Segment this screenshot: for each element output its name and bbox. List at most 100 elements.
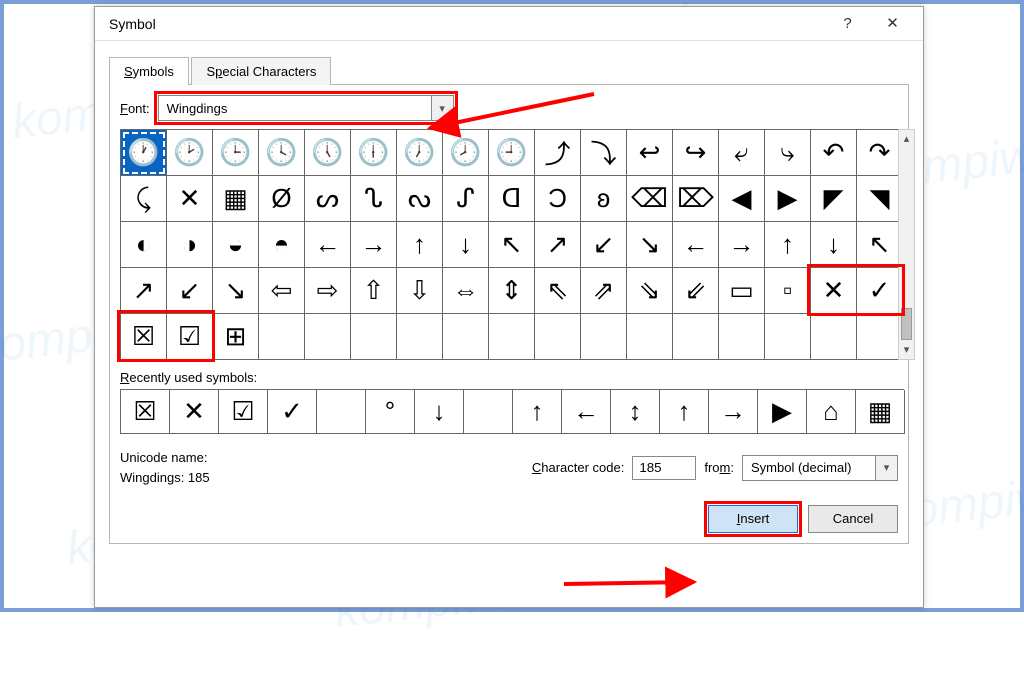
symbol-cell[interactable] <box>811 314 857 360</box>
symbol-cell[interactable]: ⤹ <box>121 176 167 222</box>
scroll-down-button[interactable]: ▾ <box>899 341 914 359</box>
symbol-cell[interactable]: 🕐 <box>121 130 167 176</box>
symbol-cell[interactable]: 🕘 <box>489 130 535 176</box>
symbol-cell[interactable]: ᔕ <box>305 176 351 222</box>
symbol-cell[interactable]: ⇘ <box>627 268 673 314</box>
cancel-button[interactable]: Cancel <box>808 505 898 533</box>
symbol-cell[interactable]: ⊞ <box>213 314 259 360</box>
symbol-cell[interactable]: ↘ <box>627 222 673 268</box>
recent-symbol-cell[interactable]: ↑ <box>660 390 709 434</box>
symbol-cell[interactable]: ✕ <box>811 268 857 314</box>
symbol-cell[interactable]: ◓ <box>259 222 305 268</box>
symbol-cell[interactable]: ↙ <box>167 268 213 314</box>
symbol-cell[interactable]: ⇕ <box>489 268 535 314</box>
symbol-cell[interactable]: ᔓ <box>397 176 443 222</box>
symbol-cell[interactable]: ↩ <box>627 130 673 176</box>
recent-symbol-cell[interactable]: ☒ <box>121 390 170 434</box>
symbol-cell[interactable]: ⇨ <box>305 268 351 314</box>
symbol-cell[interactable]: ᗡ <box>489 176 535 222</box>
symbol-cell[interactable]: ◀ <box>719 176 765 222</box>
symbol-cell[interactable] <box>305 314 351 360</box>
symbol-cell[interactable]: ⇦ <box>259 268 305 314</box>
symbol-cell[interactable]: ⇩ <box>397 268 443 314</box>
symbol-cell[interactable] <box>489 314 535 360</box>
recent-symbol-cell[interactable] <box>464 390 513 434</box>
symbol-cell[interactable]: ▫ <box>765 268 811 314</box>
symbol-cell[interactable] <box>443 314 489 360</box>
recent-symbol-cell[interactable]: ↕ <box>611 390 660 434</box>
symbol-cell[interactable]: 🕗 <box>443 130 489 176</box>
symbol-cell[interactable]: 🕔 <box>305 130 351 176</box>
symbol-cell[interactable]: ◤ <box>811 176 857 222</box>
symbol-cell[interactable] <box>857 314 903 360</box>
symbol-cell[interactable]: 🕕 <box>351 130 397 176</box>
symbol-cell[interactable]: ◒ <box>213 222 259 268</box>
symbol-cell[interactable]: ↓ <box>443 222 489 268</box>
symbol-cell[interactable]: ⤴ <box>535 130 581 176</box>
symbol-cell[interactable]: ⤵ <box>581 130 627 176</box>
symbol-cell[interactable] <box>259 314 305 360</box>
symbol-cell[interactable]: ↗ <box>121 268 167 314</box>
symbol-cell[interactable]: Ø <box>259 176 305 222</box>
symbol-cell[interactable]: ↗ <box>535 222 581 268</box>
recent-symbol-cell[interactable]: ▶ <box>758 390 807 434</box>
recent-symbol-cell[interactable]: ↓ <box>415 390 464 434</box>
symbol-cell[interactable]: 🕑 <box>167 130 213 176</box>
recent-symbol-cell[interactable]: ☑ <box>219 390 268 434</box>
symbol-cell[interactable]: ⇙ <box>673 268 719 314</box>
symbol-cell[interactable]: ◥ <box>857 176 903 222</box>
symbol-cell[interactable]: ↶ <box>811 130 857 176</box>
recent-symbol-cell[interactable]: ⌂ <box>807 390 856 434</box>
symbol-cell[interactable]: → <box>719 222 765 268</box>
symbol-cell[interactable]: ⌫ <box>627 176 673 222</box>
symbol-cell[interactable]: ✕ <box>167 176 213 222</box>
grid-scrollbar[interactable]: ▴ ▾ <box>898 129 915 360</box>
scrollbar-track[interactable] <box>899 148 914 341</box>
recent-symbol-cell[interactable]: ✓ <box>268 390 317 434</box>
symbol-cell[interactable]: ↑ <box>397 222 443 268</box>
symbol-cell[interactable]: ↑ <box>765 222 811 268</box>
symbol-cell[interactable]: ᔐ <box>351 176 397 222</box>
close-button[interactable]: ✕ <box>870 9 915 39</box>
symbol-cell[interactable]: ← <box>673 222 719 268</box>
symbol-cell[interactable]: ↓ <box>811 222 857 268</box>
recent-symbol-cell[interactable]: ✕ <box>170 390 219 434</box>
symbol-cell[interactable]: ʚ <box>581 176 627 222</box>
symbol-cell[interactable]: 🕓 <box>259 130 305 176</box>
symbol-cell[interactable]: ⇔ <box>443 268 489 314</box>
symbol-cell[interactable]: ⤷ <box>765 130 811 176</box>
symbol-cell[interactable] <box>765 314 811 360</box>
symbol-cell[interactable] <box>535 314 581 360</box>
from-dropdown-button[interactable]: ▾ <box>875 456 897 480</box>
symbol-cell[interactable] <box>351 314 397 360</box>
tab-symbols[interactable]: Symbols <box>109 57 189 85</box>
character-code-input[interactable] <box>632 456 696 480</box>
symbol-cell[interactable] <box>719 314 765 360</box>
symbol-cell[interactable]: ⤶ <box>719 130 765 176</box>
symbol-cell[interactable]: ↪ <box>673 130 719 176</box>
font-dropdown[interactable]: Wingdings ▾ <box>158 95 454 121</box>
symbol-cell[interactable]: ᔑ <box>443 176 489 222</box>
from-dropdown[interactable]: Symbol (decimal) ▾ <box>742 455 898 481</box>
symbol-cell[interactable]: ⇧ <box>351 268 397 314</box>
symbol-cell[interactable]: ↘ <box>213 268 259 314</box>
recent-symbol-cell[interactable] <box>317 390 366 434</box>
font-dropdown-button[interactable]: ▾ <box>431 96 453 120</box>
symbol-cell[interactable]: ↙ <box>581 222 627 268</box>
recent-symbol-cell[interactable]: ← <box>562 390 611 434</box>
symbol-cell[interactable]: ⇖ <box>535 268 581 314</box>
symbol-cell[interactable]: ⌦ <box>673 176 719 222</box>
symbol-cell[interactable]: ▦ <box>213 176 259 222</box>
symbol-cell[interactable] <box>581 314 627 360</box>
symbol-cell[interactable]: ▭ <box>719 268 765 314</box>
symbol-cell[interactable]: ✓ <box>857 268 903 314</box>
recent-symbol-cell[interactable]: ° <box>366 390 415 434</box>
symbol-cell[interactable] <box>673 314 719 360</box>
symbol-cell[interactable]: → <box>351 222 397 268</box>
symbol-cell[interactable]: Ɔ <box>535 176 581 222</box>
symbol-cell[interactable]: ↖ <box>489 222 535 268</box>
symbol-cell[interactable] <box>627 314 673 360</box>
tab-special-characters[interactable]: Special Characters <box>191 57 331 85</box>
recent-symbol-cell[interactable]: → <box>709 390 758 434</box>
symbol-cell[interactable]: ◑ <box>167 222 213 268</box>
